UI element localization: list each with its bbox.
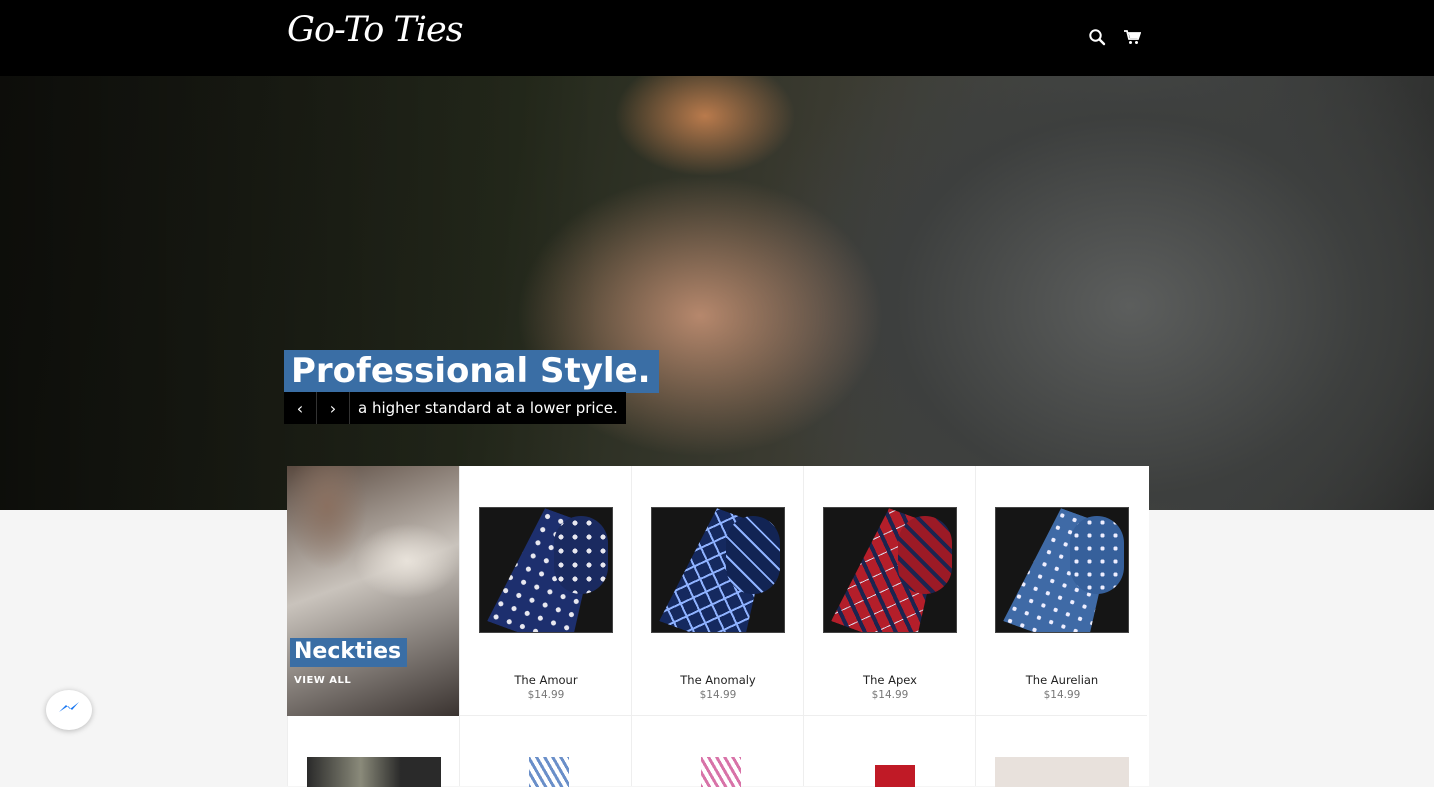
hero-title: Professional Style. xyxy=(284,350,659,393)
product-image xyxy=(823,757,957,787)
product-name: The Amour xyxy=(514,673,578,687)
product-price: $14.99 xyxy=(871,689,909,701)
product-card[interactable]: The Aurelian $14.99 xyxy=(975,466,1147,716)
slideshow-controls: ‹ › a higher standard at a lower price. xyxy=(284,392,626,424)
product-image xyxy=(479,507,613,633)
hero-image-shade xyxy=(0,76,600,510)
product-card[interactable] xyxy=(459,716,631,787)
cart-icon[interactable] xyxy=(1123,28,1141,46)
product-image xyxy=(651,757,785,787)
product-card[interactable]: The Apex $14.99 xyxy=(803,466,975,716)
product-card[interactable] xyxy=(975,716,1147,787)
product-card[interactable]: The Anomaly $14.99 xyxy=(631,466,803,716)
collection-title: Neckties xyxy=(290,638,408,667)
prev-slide-button[interactable]: ‹ xyxy=(284,392,317,424)
product-card[interactable] xyxy=(631,716,803,787)
product-price: $14.99 xyxy=(527,689,565,701)
product-name: The Aurelian xyxy=(1025,673,1099,687)
product-image xyxy=(995,757,1129,787)
product-price: $14.99 xyxy=(699,689,737,701)
product-card[interactable]: The Amour $14.99 xyxy=(459,466,631,716)
product-image xyxy=(651,507,785,633)
product-image xyxy=(823,507,957,633)
featured-collection-grid: Neckties VIEW ALL The Amour $14.99 The A… xyxy=(287,466,1149,787)
product-name: The Anomaly xyxy=(680,673,756,687)
site-header: Go-To Ties xyxy=(0,0,1434,76)
hero-subtitle: a higher standard at a lower price. xyxy=(358,399,618,417)
logo-text: Go-To Ties xyxy=(287,10,464,50)
product-image xyxy=(479,757,613,787)
view-all-link[interactable]: VIEW ALL xyxy=(294,675,351,686)
hero-slideshow: Professional Style. ‹ › a higher standar… xyxy=(0,76,1434,510)
product-image xyxy=(995,507,1129,633)
messenger-icon xyxy=(56,697,82,724)
collection-tile-neckties[interactable]: Neckties VIEW ALL xyxy=(287,466,459,716)
product-card[interactable] xyxy=(803,716,975,787)
product-image xyxy=(307,757,441,787)
messenger-chat-button[interactable] xyxy=(46,690,92,730)
product-card[interactable] xyxy=(287,716,459,787)
search-icon[interactable] xyxy=(1088,28,1106,46)
product-price: $14.99 xyxy=(1043,689,1081,701)
next-slide-button[interactable]: › xyxy=(317,392,350,424)
product-name: The Apex xyxy=(863,673,917,687)
site-logo[interactable]: Go-To Ties xyxy=(287,10,464,50)
